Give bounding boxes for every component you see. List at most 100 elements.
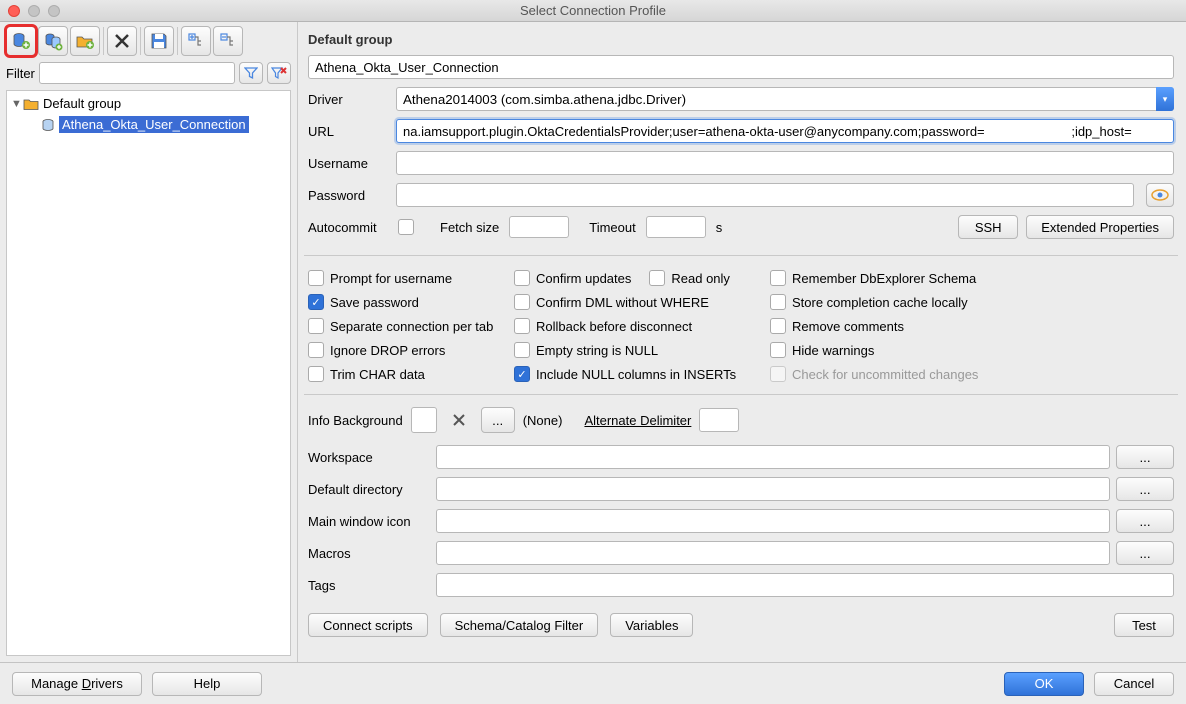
username-label: Username xyxy=(308,156,388,171)
tree-profile-row[interactable]: Athena_Okta_User_Connection xyxy=(7,114,290,135)
expand-tree-icon xyxy=(186,31,206,51)
alt-delimiter-input[interactable] xyxy=(699,408,739,432)
info-none-text: (None) xyxy=(523,413,563,428)
variables-button[interactable]: Variables xyxy=(610,613,693,637)
info-color-swatch[interactable] xyxy=(411,407,437,433)
macros-browse-button[interactable]: ... xyxy=(1116,541,1174,565)
tags-label: Tags xyxy=(308,578,430,593)
tree-group-label: Default group xyxy=(41,96,121,111)
hide-warnings-checkbox[interactable] xyxy=(770,342,786,358)
folder-icon xyxy=(23,97,41,111)
cancel-button[interactable]: Cancel xyxy=(1094,672,1174,696)
show-password-button[interactable] xyxy=(1146,183,1174,207)
check-uncommit-label: Check for uncommitted changes xyxy=(792,367,978,382)
main-icon-label: Main window icon xyxy=(308,514,430,529)
username-input[interactable] xyxy=(396,151,1174,175)
manage-drivers-button[interactable]: Manage Drivers xyxy=(12,672,142,696)
chevron-down-icon[interactable]: ▼ xyxy=(11,98,23,110)
empty-null-checkbox[interactable] xyxy=(514,342,530,358)
trim-char-checkbox[interactable] xyxy=(308,366,324,382)
window-title: Select Connection Profile xyxy=(0,3,1186,18)
workspace-label: Workspace xyxy=(308,450,430,465)
default-dir-input[interactable] xyxy=(436,477,1110,501)
main-icon-browse-button[interactable]: ... xyxy=(1116,509,1174,533)
expand-tree-button[interactable] xyxy=(181,26,211,56)
autocommit-label: Autocommit xyxy=(308,220,388,235)
remember-schema-checkbox[interactable] xyxy=(770,270,786,286)
rollback-label: Rollback before disconnect xyxy=(536,319,692,334)
store-cache-label: Store completion cache locally xyxy=(792,295,968,310)
workspace-input[interactable] xyxy=(436,445,1110,469)
database-new-icon xyxy=(11,31,31,51)
read-only-label: Read only xyxy=(671,271,730,286)
timeout-unit: s xyxy=(716,220,723,235)
collapse-tree-button[interactable] xyxy=(213,26,243,56)
save-password-checkbox[interactable]: ✓ xyxy=(308,294,324,310)
remove-comments-label: Remove comments xyxy=(792,319,904,334)
toolbar-separator xyxy=(140,27,141,55)
database-copy-icon xyxy=(43,31,63,51)
new-profile-button[interactable] xyxy=(6,26,36,56)
apply-filter-button[interactable] xyxy=(239,62,263,84)
main-panel: Default group Driver ▾ URL Use xyxy=(298,22,1186,662)
filter-input[interactable] xyxy=(39,62,235,84)
schema-filter-button[interactable]: Schema/Catalog Filter xyxy=(440,613,599,637)
trim-char-label: Trim CHAR data xyxy=(330,367,425,382)
confirm-updates-checkbox[interactable] xyxy=(514,270,530,286)
url-input[interactable] xyxy=(396,119,1174,143)
sidebar-toolbar xyxy=(0,22,297,60)
driver-select[interactable]: ▾ xyxy=(396,87,1174,111)
close-window-icon[interactable] xyxy=(8,5,20,17)
test-button[interactable]: Test xyxy=(1114,613,1174,637)
workspace-browse-button[interactable]: ... xyxy=(1116,445,1174,469)
hide-warnings-label: Hide warnings xyxy=(792,343,874,358)
ok-button[interactable]: OK xyxy=(1004,672,1084,696)
driver-label: Driver xyxy=(308,92,388,107)
extended-properties-button[interactable]: Extended Properties xyxy=(1026,215,1174,239)
delete-profile-button[interactable] xyxy=(107,26,137,56)
confirm-updates-label: Confirm updates xyxy=(536,271,631,286)
main-icon-input[interactable] xyxy=(436,509,1110,533)
separate-conn-checkbox[interactable] xyxy=(308,318,324,334)
macros-input[interactable] xyxy=(436,541,1110,565)
password-input[interactable] xyxy=(396,183,1134,207)
collapse-tree-icon xyxy=(218,31,238,51)
store-cache-checkbox[interactable] xyxy=(770,294,786,310)
rollback-checkbox[interactable] xyxy=(514,318,530,334)
timeout-input[interactable] xyxy=(646,216,706,238)
copy-profile-button[interactable] xyxy=(38,26,68,56)
profile-tree[interactable]: ▼ Default group Athena_Okta_User_Connect… xyxy=(6,90,291,656)
read-only-checkbox[interactable] xyxy=(649,270,665,286)
alt-delimiter-label: Alternate Delimiter xyxy=(584,413,691,428)
remove-comments-checkbox[interactable] xyxy=(770,318,786,334)
clear-filter-button[interactable] xyxy=(267,62,291,84)
driver-select-value[interactable] xyxy=(396,87,1174,111)
prompt-username-checkbox[interactable] xyxy=(308,270,324,286)
new-folder-button[interactable] xyxy=(70,26,100,56)
profile-name-input[interactable] xyxy=(308,55,1174,79)
clear-color-button[interactable] xyxy=(445,407,473,433)
filter-label: Filter xyxy=(6,66,35,81)
ssh-button[interactable]: SSH xyxy=(958,215,1018,239)
database-icon xyxy=(41,118,59,132)
confirm-dml-checkbox[interactable] xyxy=(514,294,530,310)
default-dir-browse-button[interactable]: ... xyxy=(1116,477,1174,501)
info-background-label: Info Background xyxy=(308,413,403,428)
save-password-label: Save password xyxy=(330,295,419,310)
tree-group-row[interactable]: ▼ Default group xyxy=(7,93,290,114)
prompt-username-label: Prompt for username xyxy=(330,271,452,286)
tags-input[interactable] xyxy=(436,573,1174,597)
timeout-label: Timeout xyxy=(589,220,635,235)
include-null-checkbox[interactable]: ✓ xyxy=(514,366,530,382)
macros-label: Macros xyxy=(308,546,430,561)
save-button[interactable] xyxy=(144,26,174,56)
titlebar: Select Connection Profile xyxy=(0,0,1186,22)
minimize-window-icon[interactable] xyxy=(28,5,40,17)
fetch-size-input[interactable] xyxy=(509,216,569,238)
help-button[interactable]: Help xyxy=(152,672,262,696)
ignore-drop-checkbox[interactable] xyxy=(308,342,324,358)
choose-color-button[interactable]: ... xyxy=(481,407,515,433)
connect-scripts-button[interactable]: Connect scripts xyxy=(308,613,428,637)
autocommit-checkbox[interactable] xyxy=(398,219,414,235)
maximize-window-icon[interactable] xyxy=(48,5,60,17)
